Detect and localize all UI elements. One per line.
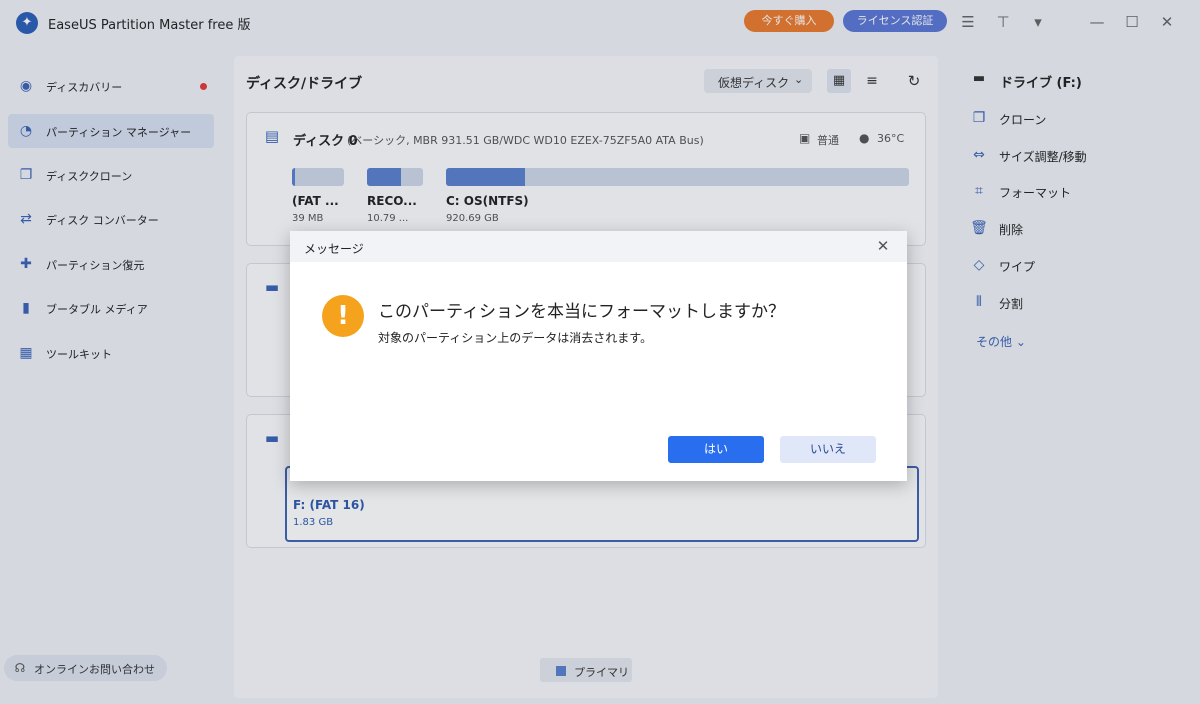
- close-icon[interactable]: ✕: [874, 237, 892, 255]
- dialog-header: メッセージ ✕: [290, 231, 907, 262]
- warning-icon: !: [322, 295, 364, 337]
- dialog-question: このパーティションを本当にフォーマットしますか？: [378, 302, 785, 322]
- confirm-format-dialog: メッセージ ✕ ! このパーティションを本当にフォーマットしますか？ 対象のパー…: [290, 231, 907, 481]
- dialog-detail: 対象のパーティション上のデータは消去されます。: [378, 331, 653, 345]
- yes-button[interactable]: はい: [668, 436, 764, 463]
- no-button[interactable]: いいえ: [780, 436, 876, 463]
- dialog-title: メッセージ: [304, 242, 364, 256]
